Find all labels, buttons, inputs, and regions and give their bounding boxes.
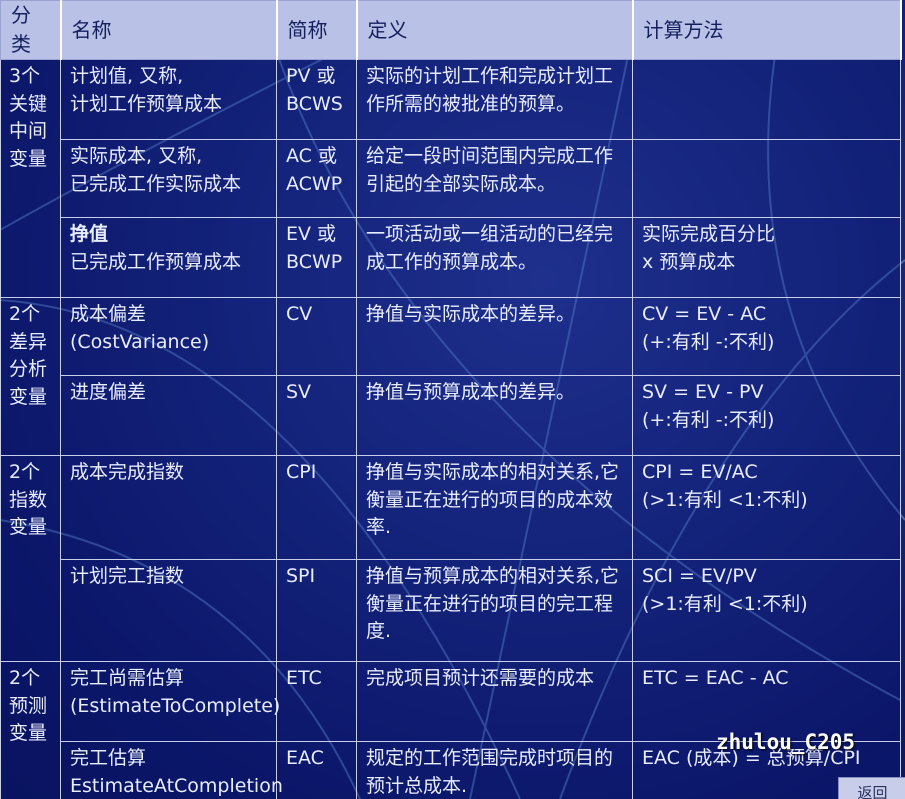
method-cell: SCI = EV/PV (>1:有利 <1:不利) [632,559,901,662]
category-cell: 3个 关键 中间 变量 [0,59,61,298]
method-cell: CV = EV - AC (+:有利 -:不利) [632,297,901,376]
definition-cell: 规定的工作范围完成时项目的 预计总成本. [356,741,633,799]
abbr-cell: ETC [276,661,357,742]
category-cell: 2个 预测 变量 [0,661,61,799]
abbr-cell: EV 或 BCWP [276,217,357,298]
method-cell: 实际完成百分比 x 预算成本 [632,217,901,298]
table-row: 2个 指数 变量 成本完成指数 CPI 挣值与实际成本的相对关系,它 衡量正在进… [0,455,901,662]
header-calculation-method: 计算方法 [632,0,902,60]
name-cell: 完工尚需估算 (EstimateToComplete) [60,661,280,742]
method-cell: SV = EV - PV (+:有利 -:不利) [632,375,901,456]
abbr-cell: AC 或 ACWP [276,139,357,218]
table-row: 挣值 已完成工作预算成本 EV 或 BCWP 一项活动或一组活动的已经完 成工作… [1,217,901,298]
definition-cell: 一项活动或一组活动的已经完 成工作的预算成本。 [356,217,633,298]
table-row: 进度偏差 SV 挣值与预算成本的差异。 SV = EV - PV (+:有利 -… [1,375,901,456]
abbr-cell: CPI [276,455,357,560]
name-cell: 挣值 已完成工作预算成本 [60,217,277,298]
method-cell [632,59,901,140]
name-cell: 计划完工指数 [60,559,277,662]
definition-cell: 完成项目预计还需要的成本 [356,661,633,742]
header-definition: 定义 [356,0,634,60]
definition-cell: 挣值与实际成本的相对关系,它 衡量正在进行的项目的成本效 率. [356,455,633,560]
name-cell: 实际成本, 又称, 已完成工作实际成本 [60,139,277,218]
table-header-row: 分类 名称 简称 定义 计算方法 [0,0,902,60]
evm-variables-table: 分类 名称 简称 定义 计算方法 3个 关键 中间 变量 计划值, 又称, 计划… [0,0,902,799]
name-cell: 计划值, 又称, 计划工作预算成本 [60,59,277,140]
category-cell: 2个 差异 分析 变量 [0,297,61,456]
abbr-cell: PV 或 BCWS [276,59,357,140]
method-cell [632,139,901,218]
definition-cell: 挣值与实际成本的差异。 [356,297,633,376]
name-cell: 成本偏差 (CostVariance) [60,297,277,376]
back-button[interactable]: 返回 [838,777,905,799]
abbr-cell: EAC [276,741,357,799]
table-row: 计划完工指数 SPI 挣值与预算成本的相对关系,它 衡量正在进行的项目的完工程 … [1,559,901,662]
name-cell: 成本完成指数 [60,455,277,560]
definition-cell: 实际的计划工作和完成计划工 作所需的被批准的预算。 [356,59,633,140]
watermark-text: zhulou_C205 [716,730,856,754]
name-cell: 完工估算 EstimateAtCompletion [60,741,283,799]
name-cell: 进度偏差 [60,375,277,456]
table-row: 实际成本, 又称, 已完成工作实际成本 AC 或 ACWP 给定一段时间范围内完… [1,139,901,218]
header-name: 名称 [60,0,278,60]
definition-cell: 给定一段时间范围内完成工作 引起的全部实际成本。 [356,139,633,218]
abbr-cell: SPI [276,559,357,662]
header-category: 分类 [0,0,62,60]
table-row: 3个 关键 中间 变量 计划值, 又称, 计划工作预算成本 PV 或 BCWS … [0,59,901,298]
abbr-cell: SV [276,375,357,456]
header-abbreviation: 简称 [276,0,358,60]
definition-cell: 挣值与预算成本的相对关系,它 衡量正在进行的项目的完工程 度. [356,559,633,662]
abbr-cell: CV [276,297,357,376]
slide-background: 分类 名称 简称 定义 计算方法 3个 关键 中间 变量 计划值, 又称, 计划… [0,0,905,799]
method-cell: CPI = EV/AC (>1:有利 <1:不利) [632,455,901,560]
table-row: 2个 差异 分析 变量 成本偏差 (CostVariance) CV 挣值与实际… [0,297,901,456]
definition-cell: 挣值与预算成本的差异。 [356,375,633,456]
category-cell: 2个 指数 变量 [0,455,61,662]
